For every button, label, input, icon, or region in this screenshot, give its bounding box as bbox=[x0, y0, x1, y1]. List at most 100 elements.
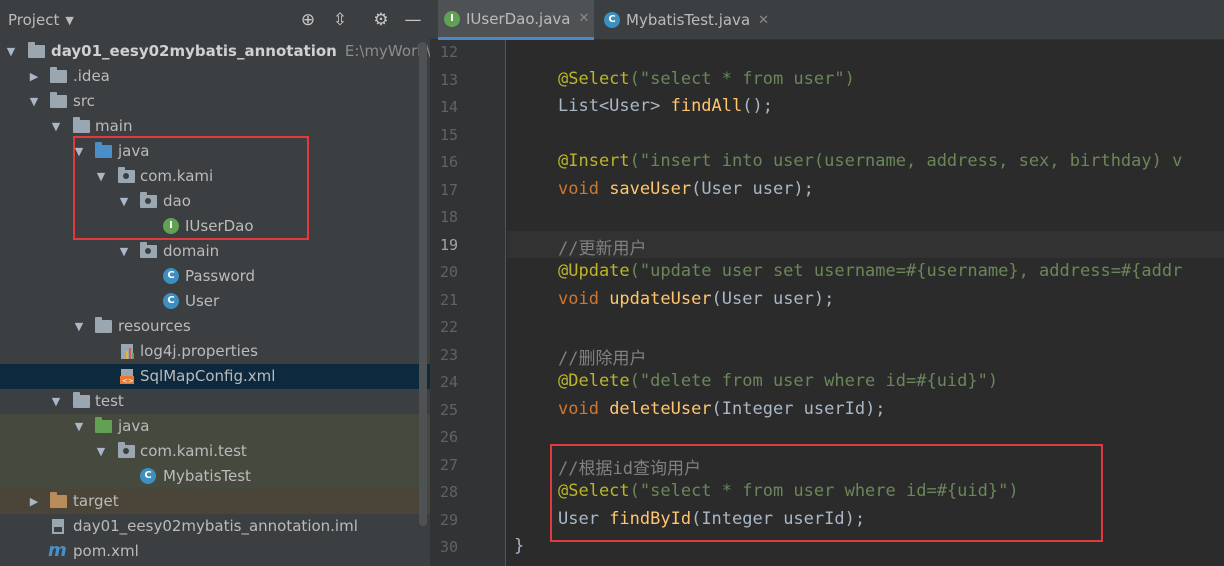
tree-item-com-kami-test[interactable]: ▼ com.kami.test bbox=[0, 439, 430, 464]
chevron-down-icon[interactable]: ▼ bbox=[49, 114, 63, 139]
chevron-right-icon[interactable]: ▶ bbox=[27, 489, 41, 514]
tree-item-password[interactable]: C Password bbox=[0, 264, 430, 289]
line-number: 22 bbox=[439, 318, 458, 336]
tree-item-label: pom.xml bbox=[73, 542, 139, 560]
code-text: (Integer userId); bbox=[711, 399, 886, 419]
source-folder-icon bbox=[95, 142, 113, 159]
class-icon: C bbox=[163, 293, 181, 309]
locate-icon[interactable]: ⊕ bbox=[298, 9, 318, 31]
tree-item-idea[interactable]: ▶ .idea bbox=[0, 64, 430, 89]
chevron-down-icon[interactable]: ▼ bbox=[49, 389, 63, 414]
chevron-down-icon[interactable]: ▼ bbox=[72, 414, 86, 439]
package-icon bbox=[118, 167, 136, 184]
tree-item-label: SqlMapConfig.xml bbox=[140, 367, 276, 385]
tree-item-pom[interactable]: m pom.xml bbox=[0, 539, 430, 564]
sql-string: ("select * from user where id=#{uid}") bbox=[629, 481, 1019, 501]
tree-item-sqlmapconfig[interactable]: <> SqlMapConfig.xml bbox=[0, 364, 430, 389]
close-icon[interactable]: ✕ bbox=[578, 11, 589, 26]
code-line-13: @Select("select * from user") bbox=[558, 69, 855, 89]
tree-item-resources[interactable]: ▼ resources bbox=[0, 314, 430, 339]
tree-item-label: java bbox=[118, 417, 150, 435]
hide-icon[interactable]: — bbox=[403, 9, 423, 31]
annotation: @Insert bbox=[558, 151, 630, 171]
module-file-icon bbox=[50, 518, 68, 534]
chevron-down-icon: ▼ bbox=[65, 13, 74, 27]
keyword: void bbox=[558, 289, 610, 309]
tree-item-domain[interactable]: ▼ domain bbox=[0, 239, 430, 264]
tree-item-label: User bbox=[185, 292, 220, 310]
code-line-19: //更新用户 bbox=[558, 239, 647, 259]
code-line-27: //根据id查询用户 bbox=[558, 459, 701, 479]
folder-icon bbox=[73, 117, 91, 134]
tree-item-label: MybatisTest bbox=[163, 467, 251, 485]
line-number: 29 bbox=[439, 511, 458, 529]
tree-item-dao[interactable]: ▼ dao bbox=[0, 189, 430, 214]
keyword: void bbox=[558, 399, 610, 419]
line-number: 16 bbox=[439, 153, 458, 171]
chevron-down-icon[interactable]: ▼ bbox=[4, 39, 18, 64]
chevron-down-icon[interactable]: ▼ bbox=[72, 314, 86, 339]
excluded-folder-icon bbox=[50, 492, 68, 509]
xml-file-icon: <> bbox=[120, 368, 138, 385]
tab-label: IUserDao.java bbox=[466, 9, 571, 28]
tree-item-mybatistest[interactable]: C MybatisTest bbox=[0, 464, 430, 489]
tree-item-label: day01_eesy02mybatis_annotation.iml bbox=[73, 517, 358, 535]
tree-item-label: dao bbox=[163, 192, 191, 210]
close-icon[interactable]: ✕ bbox=[758, 13, 769, 28]
method-name: findAll bbox=[670, 96, 743, 116]
code-line-28: @Select("select * from user where id=#{u… bbox=[558, 481, 1019, 501]
tree-item-log4j[interactable]: log4j.properties bbox=[0, 339, 430, 364]
code-line-14: List<User> findAll(); bbox=[558, 96, 773, 116]
tree-item-user[interactable]: C User bbox=[0, 289, 430, 314]
tab-mybatistest[interactable]: C MybatisTest.java ✕ bbox=[598, 0, 778, 40]
tree-item-test[interactable]: ▼ test bbox=[0, 389, 430, 414]
tree-item-target[interactable]: ▶ target bbox=[0, 489, 430, 514]
line-number: 30 bbox=[439, 538, 458, 556]
sql-string: ("delete from user where id=#{uid}") bbox=[629, 371, 999, 391]
tree-item-label: com.kami bbox=[140, 167, 214, 185]
gear-icon[interactable]: ⚙ bbox=[371, 9, 391, 31]
line-number: 14 bbox=[439, 98, 458, 116]
chevron-right-icon[interactable]: ▶ bbox=[27, 64, 41, 89]
chevron-down-icon[interactable]: ▼ bbox=[94, 439, 108, 464]
tab-label: MybatisTest.java bbox=[626, 11, 751, 29]
code-line-17: void saveUser(User user); bbox=[558, 179, 814, 199]
line-number: 18 bbox=[439, 208, 458, 226]
tree-item-label: test bbox=[95, 392, 124, 410]
sql-string: ("select * from user") bbox=[629, 69, 855, 89]
tree-item-project-root[interactable]: ▼ day01_eesy02mybatis_annotation E:\myWor… bbox=[0, 39, 430, 64]
chevron-down-icon[interactable]: ▼ bbox=[94, 164, 108, 189]
tree-item-label: com.kami.test bbox=[140, 442, 247, 460]
chevron-down-icon[interactable]: ▼ bbox=[72, 139, 86, 164]
code-text: (Integer userId); bbox=[691, 509, 866, 529]
project-scrollbar[interactable] bbox=[419, 42, 427, 526]
tree-item-test-java[interactable]: ▼ java bbox=[0, 414, 430, 439]
chevron-down-icon[interactable]: ▼ bbox=[117, 239, 131, 264]
tree-item-main[interactable]: ▼ main bbox=[0, 114, 430, 139]
tree-item-label: resources bbox=[118, 317, 191, 335]
sql-string: ("update user set username=#{username}, … bbox=[629, 261, 1183, 281]
line-number: 26 bbox=[439, 428, 458, 446]
tree-item-iml[interactable]: day01_eesy02mybatis_annotation.iml bbox=[0, 514, 430, 539]
tree-item-src[interactable]: ▼ src bbox=[0, 89, 430, 114]
tree-item-label: log4j.properties bbox=[140, 342, 258, 360]
interface-icon: I bbox=[163, 218, 181, 234]
package-icon bbox=[118, 442, 136, 459]
module-folder-icon bbox=[28, 42, 46, 59]
tree-item-iuserdao[interactable]: I IUserDao bbox=[0, 214, 430, 239]
tab-iuserdao[interactable]: I IUserDao.java ✕ bbox=[438, 0, 594, 40]
annotation: @Update bbox=[558, 261, 630, 281]
code-text: (User user); bbox=[711, 289, 835, 309]
tree-item-main-java[interactable]: ▼ java bbox=[0, 139, 430, 164]
tree-item-label: target bbox=[73, 492, 119, 510]
tree-item-com-kami[interactable]: ▼ com.kami bbox=[0, 164, 430, 189]
project-view-selector[interactable]: Project ▼ bbox=[8, 11, 74, 29]
chevron-down-icon[interactable]: ▼ bbox=[117, 189, 131, 214]
collapse-all-icon[interactable]: ⇳ bbox=[330, 9, 350, 31]
class-icon: C bbox=[604, 12, 620, 28]
chevron-down-icon[interactable]: ▼ bbox=[27, 89, 41, 114]
code-line-20: @Update("update user set username=#{user… bbox=[558, 261, 1182, 281]
tree-item-label: java bbox=[118, 142, 150, 160]
tree-item-label: src bbox=[73, 92, 95, 110]
test-class-icon: C bbox=[140, 468, 158, 484]
